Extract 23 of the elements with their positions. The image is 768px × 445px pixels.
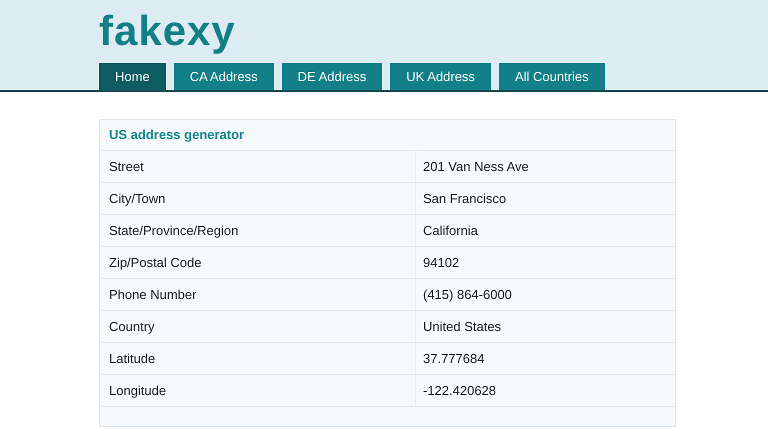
nav-tab[interactable]: All Countries <box>498 63 605 90</box>
field-label: Country <box>109 318 155 336</box>
field-label: Longitude <box>109 382 166 400</box>
field-value: San Francisco <box>423 190 506 208</box>
field-value: United States <box>423 318 502 336</box>
field-label: Latitude <box>109 350 156 368</box>
field-label: City/Town <box>109 190 166 208</box>
field-label: Zip/Postal Code <box>109 254 202 272</box>
field-label: State/Province/Region <box>109 222 238 240</box>
field-value: 37.777684 <box>423 350 484 368</box>
field-value: 94102 <box>423 254 460 272</box>
field-value: -122.420628 <box>423 382 496 400</box>
nav-tab[interactable]: Home <box>99 63 166 90</box>
field-label: Phone Number <box>109 286 196 304</box>
field-label: Street <box>109 158 144 176</box>
field-value: 201 Van Ness Ave <box>423 158 529 176</box>
nav-tab[interactable]: CA Address <box>174 63 274 90</box>
field-value: (415) 864-6000 <box>423 286 512 304</box>
field-value: California <box>423 222 478 240</box>
nav-tab[interactable]: DE Address <box>282 63 382 90</box>
logo[interactable]: fakexy <box>99 10 768 54</box>
card-title: US address generator <box>109 126 244 144</box>
nav-tab[interactable]: UK Address <box>390 63 491 90</box>
